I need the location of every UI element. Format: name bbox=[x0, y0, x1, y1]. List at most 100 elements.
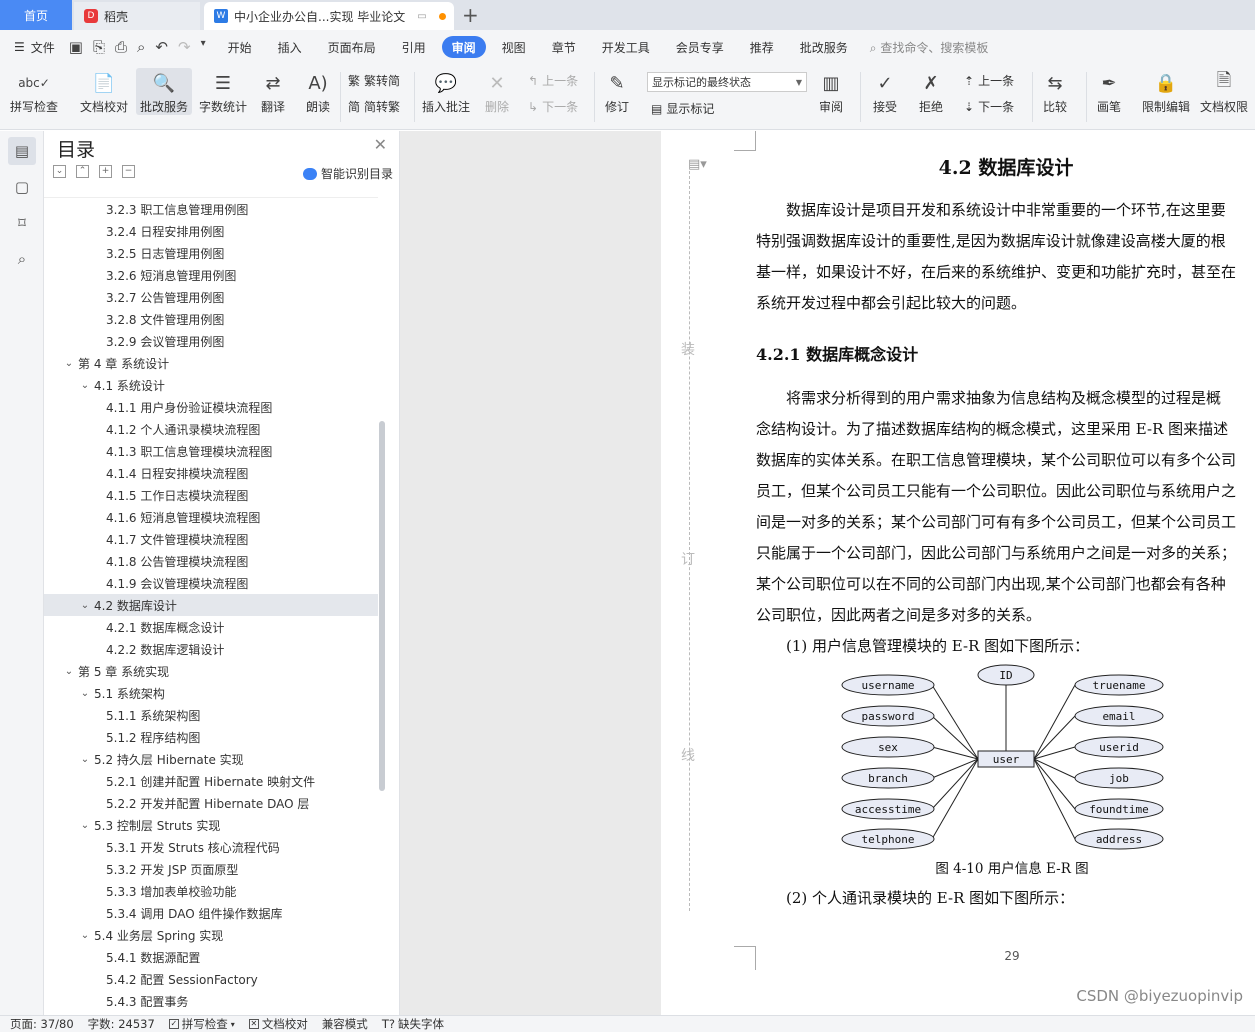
chapter-nav-icon[interactable]: ▢ bbox=[8, 173, 36, 201]
chevron-down-icon[interactable]: ⌄ bbox=[78, 820, 92, 831]
toc-scrollbar[interactable] bbox=[379, 421, 385, 791]
show-markup-button[interactable]: ▤ 显示标记 bbox=[651, 100, 714, 117]
toc-item[interactable]: 4.2.1 数据库概念设计 bbox=[44, 616, 378, 638]
menu-tab[interactable]: 章节 bbox=[542, 36, 586, 58]
toc-item[interactable]: 5.3.3 增加表单校验功能 bbox=[44, 880, 378, 902]
toc-item[interactable]: 4.1.9 会议管理模块流程图 bbox=[44, 572, 378, 594]
chevron-down-icon[interactable]: ⌄ bbox=[62, 666, 76, 677]
menu-tab[interactable]: 开始 bbox=[218, 36, 262, 58]
toc-item[interactable]: ⌄ 4.2 数据库设计 bbox=[44, 594, 378, 616]
reject-button[interactable]: ✗ 拒绝 bbox=[916, 68, 946, 115]
tab-home[interactable]: 首页 bbox=[0, 0, 72, 30]
chevron-down-icon[interactable]: ⌄ bbox=[78, 688, 92, 699]
export-pdf-icon[interactable]: ⎘ bbox=[93, 38, 105, 56]
menu-tab[interactable]: 页面布局 bbox=[318, 36, 386, 58]
close-icon[interactable]: ✕ bbox=[374, 135, 387, 154]
markup-state-select[interactable]: 显示标记的最终状态 ▼ bbox=[647, 72, 807, 92]
monitor-icon[interactable]: ▭ bbox=[417, 11, 426, 22]
next-change-button[interactable]: ⇣ 下一条 bbox=[964, 98, 1014, 115]
toc-item[interactable]: ⌄ 4.1 系统设计 bbox=[44, 374, 378, 396]
customize-chevron-icon[interactable]: ▾ bbox=[201, 38, 206, 56]
translate-button[interactable]: ⇄ 翻译 bbox=[258, 68, 288, 115]
spellcheck-button[interactable]: abc✓ 拼写检查 bbox=[10, 68, 58, 115]
toc-item[interactable]: 4.1.3 职工信息管理模块流程图 bbox=[44, 440, 378, 462]
toc-item[interactable]: 5.3.2 开发 JSP 页面原型 bbox=[44, 858, 378, 880]
collapse-all-icon[interactable]: ⌄ bbox=[53, 165, 66, 178]
menu-tab[interactable]: 视图 bbox=[492, 36, 536, 58]
toc-item[interactable]: ⌄ 第 5 章 系统实现 bbox=[44, 660, 378, 682]
toc-item[interactable]: 3.2.9 会议管理用例图 bbox=[44, 330, 378, 352]
missing-font-button[interactable]: T? 缺失字体 bbox=[382, 1016, 444, 1032]
next-comment-button[interactable]: ↳ 下一条 bbox=[528, 98, 578, 115]
word-count-button[interactable]: ☰ 字数统计 bbox=[199, 68, 247, 115]
compare-button[interactable]: ⇆ 比较 bbox=[1040, 68, 1070, 115]
toc-item[interactable]: 5.2.1 创建并配置 Hibernate 映射文件 bbox=[44, 770, 378, 792]
toc-item[interactable]: 4.1.8 公告管理模块流程图 bbox=[44, 550, 378, 572]
chevron-down-icon[interactable]: ⌄ bbox=[78, 754, 92, 765]
chevron-down-icon[interactable]: ⌄ bbox=[78, 380, 92, 391]
toc-item[interactable]: 4.1.6 短消息管理模块流程图 bbox=[44, 506, 378, 528]
new-tab-plus-icon[interactable]: + bbox=[462, 3, 479, 27]
read-aloud-button[interactable]: A) 朗读 bbox=[303, 68, 333, 115]
menu-tab[interactable]: 开发工具 bbox=[592, 36, 660, 58]
redo-icon[interactable]: ↷ bbox=[178, 38, 191, 56]
trad-to-simp-button[interactable]: 繁繁转简 bbox=[348, 72, 400, 89]
toc-item[interactable]: 5.4.2 配置 SessionFactory bbox=[44, 968, 378, 990]
toc-panel-icon[interactable]: ▤ bbox=[8, 137, 36, 165]
toc-item[interactable]: 3.2.5 日志管理用例图 bbox=[44, 242, 378, 264]
document-page[interactable]: ▤▾ 装 订 线 4.2 数据库设计 数据库设计是项目开发和系统设计中非常重要的… bbox=[661, 131, 1255, 1015]
revise-button[interactable]: ✎ 修订 bbox=[602, 68, 632, 115]
toc-item[interactable]: 3.2.4 日程安排用例图 bbox=[44, 220, 378, 242]
prev-change-button[interactable]: ⇡ 上一条 bbox=[964, 72, 1014, 89]
toc-item[interactable]: 3.2.6 短消息管理用例图 bbox=[44, 264, 378, 286]
menu-tab[interactable]: 批改服务 bbox=[790, 36, 858, 58]
toc-item[interactable]: ⌄ 5.4 业务层 Spring 实现 bbox=[44, 924, 378, 946]
toc-item[interactable]: 4.1.4 日程安排模块流程图 bbox=[44, 462, 378, 484]
expand-up-icon[interactable]: ⌃ bbox=[76, 165, 89, 178]
undo-icon[interactable]: ↶ bbox=[155, 38, 168, 56]
toc-item[interactable]: 5.4.3 配置事务 bbox=[44, 990, 378, 1008]
toc-item[interactable]: 4.2.2 数据库逻辑设计 bbox=[44, 638, 378, 660]
menu-tab[interactable]: 会员专享 bbox=[666, 36, 734, 58]
chevron-down-icon[interactable]: ⌄ bbox=[62, 358, 76, 369]
bookmark-icon[interactable]: ⌑ bbox=[8, 209, 36, 237]
delete-comment-button[interactable]: ✕ 删除 bbox=[482, 68, 512, 115]
menu-tab[interactable]: 审阅 bbox=[441, 36, 486, 58]
simp-to-trad-button[interactable]: 简简转繁 bbox=[348, 98, 400, 115]
menu-tab[interactable]: 引用 bbox=[392, 36, 436, 58]
toc-item[interactable]: 5.3.4 调用 DAO 组件操作数据库 bbox=[44, 902, 378, 924]
restrict-edit-button[interactable]: 🔒 限制编辑 bbox=[1142, 68, 1190, 115]
save-icon[interactable]: ▣ bbox=[69, 38, 83, 56]
prev-comment-button[interactable]: ↰ 上一条 bbox=[528, 72, 578, 89]
doc-permission-button[interactable]: 🗎 文档权限 bbox=[1200, 68, 1248, 115]
tab-document[interactable]: W 中小企业办公自...实现 毕业论文 ▭ bbox=[204, 2, 454, 30]
correction-service-button[interactable]: 🔍 批改服务 bbox=[136, 68, 193, 115]
doc-check-button[interactable]: 📄 文档校对 bbox=[80, 68, 128, 115]
toc-item[interactable]: 4.1.2 个人通讯录模块流程图 bbox=[44, 418, 378, 440]
tab-daoke[interactable]: D 稻壳 bbox=[74, 2, 200, 30]
menu-tab[interactable]: 插入 bbox=[268, 36, 312, 58]
toc-item[interactable]: 5.4.1 数据源配置 bbox=[44, 946, 378, 968]
toc-item[interactable]: 5.2.2 开发并配置 Hibernate DAO 层 bbox=[44, 792, 378, 814]
insert-comment-button[interactable]: 💬 插入批注 bbox=[422, 68, 470, 115]
toc-item[interactable]: ⌄ 5.3 控制层 Struts 实现 bbox=[44, 814, 378, 836]
remove-heading-icon[interactable]: − bbox=[122, 165, 135, 178]
toc-item[interactable]: 5.1.2 程序结构图 bbox=[44, 726, 378, 748]
toc-item[interactable]: ⌄ 5.2 持久层 Hibernate 实现 bbox=[44, 748, 378, 770]
file-menu[interactable]: ☰ 文件 bbox=[0, 36, 65, 58]
add-heading-icon[interactable]: + bbox=[99, 165, 112, 178]
toc-item[interactable]: 4.1.7 文件管理模块流程图 bbox=[44, 528, 378, 550]
chevron-down-icon[interactable]: ⌄ bbox=[78, 600, 92, 611]
toc-item[interactable]: 4.1.1 用户身份验证模块流程图 bbox=[44, 396, 378, 418]
toc-item[interactable]: 5.3.1 开发 Struts 核心流程代码 bbox=[44, 836, 378, 858]
spellcheck-toggle[interactable]: ✓ 拼写检查 ▾ bbox=[168, 1016, 235, 1032]
accept-button[interactable]: ✓ 接受 bbox=[870, 68, 900, 115]
print-preview-icon[interactable]: ⌕ bbox=[137, 38, 145, 56]
menu-tab[interactable]: 推荐 bbox=[740, 36, 784, 58]
smart-toc-button[interactable]: 智能识别目录 bbox=[302, 165, 393, 182]
toc-item[interactable]: ⌄ 5.1 系统架构 bbox=[44, 682, 378, 704]
toc-item[interactable]: 5.1.1 系统架构图 bbox=[44, 704, 378, 726]
command-search[interactable]: ⌕ 查找命令、搜索模板 bbox=[870, 39, 989, 56]
review-pane-button[interactable]: ▥ 审阅 bbox=[816, 68, 846, 115]
toc-item[interactable]: 3.2.8 文件管理用例图 bbox=[44, 308, 378, 330]
